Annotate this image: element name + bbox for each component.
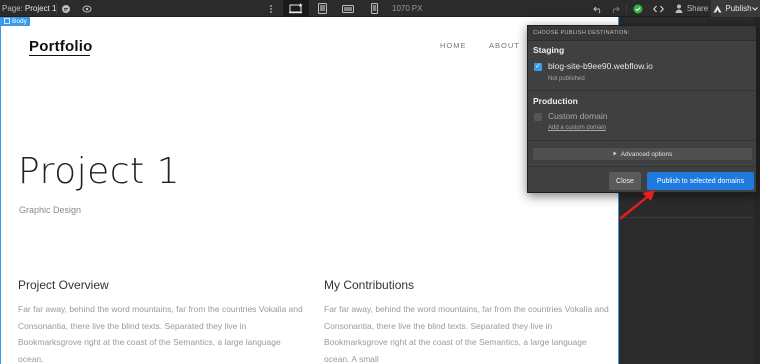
project-subtitle[interactable]: Graphic Design — [19, 205, 81, 215]
undo-icon — [592, 3, 603, 14]
staging-checkbox[interactable]: ✓ — [534, 63, 542, 71]
preview-button[interactable] — [81, 0, 92, 17]
divider — [528, 166, 756, 167]
overview-heading[interactable]: Project Overview — [18, 278, 109, 292]
divider — [56, 3, 57, 14]
top-toolbar: Page: Project 1 1070 PX Share Publish — [0, 0, 760, 17]
staging-title: Staging — [533, 45, 565, 55]
project-title[interactable]: Project 1 — [18, 151, 180, 192]
more-options-button[interactable] — [265, 0, 276, 17]
share-button[interactable]: Share — [672, 0, 710, 17]
chevron-down-icon — [752, 3, 759, 14]
production-checkbox[interactable] — [534, 113, 542, 121]
nav-link-about[interactable]: ABOUT — [489, 41, 520, 50]
publish-button[interactable]: Publish — [711, 0, 760, 17]
advanced-options-label: Advanced options — [620, 150, 673, 158]
site-logo[interactable]: Portfolio — [29, 38, 92, 55]
contributions-text[interactable]: Far far away, behind the word mountains,… — [324, 301, 609, 364]
page-label: Page: — [2, 4, 23, 13]
divider — [626, 3, 627, 14]
advanced-options-toggle[interactable]: Advanced options — [533, 148, 752, 160]
tablet-icon — [317, 3, 327, 14]
width-unit: PX — [411, 4, 423, 13]
viewport-desktop-button[interactable] — [283, 0, 309, 17]
user-icon — [674, 3, 685, 14]
canvas-width-readout: 1070 PX — [392, 0, 422, 17]
width-value: 1070 — [392, 4, 410, 13]
logo-underline — [29, 55, 90, 56]
publish-dropdown-header: CHOOSE PUBLISH DESTINATION: — [528, 26, 756, 41]
body-element-tag[interactable]: Body — [1, 17, 30, 26]
code-export-button[interactable] — [653, 0, 664, 17]
nav-link-home[interactable]: HOME — [440, 41, 467, 50]
publish-selected-button[interactable]: Publish to selected domains — [647, 172, 754, 190]
viewport-portrait-button[interactable] — [361, 0, 387, 17]
webflow-publish-icon — [712, 3, 723, 14]
divider — [528, 140, 756, 141]
annotation-arrow-icon — [619, 190, 655, 220]
viewport-tablet-button[interactable] — [309, 0, 335, 17]
add-custom-domain-link[interactable]: Add a custom domain — [548, 125, 606, 131]
divider — [528, 90, 756, 91]
production-title: Production — [533, 96, 578, 106]
comments-button[interactable] — [60, 0, 71, 17]
body-tag-label: Body — [12, 18, 27, 25]
redo-button[interactable] — [609, 0, 620, 17]
redo-icon — [609, 3, 620, 14]
viewport-landscape-button[interactable] — [335, 0, 361, 17]
eye-icon — [81, 3, 92, 14]
undo-button[interactable] — [592, 0, 603, 17]
box-icon — [4, 17, 10, 26]
site-status-indicator[interactable] — [632, 0, 643, 17]
desktop-star-icon — [289, 3, 303, 14]
share-label: Share — [686, 4, 709, 13]
page-name: Project 1 — [24, 4, 57, 13]
code-icon — [653, 3, 664, 14]
check-circle-icon — [632, 3, 643, 14]
contributions-heading[interactable]: My Contributions — [324, 278, 414, 292]
custom-domain-label: Custom domain — [548, 111, 608, 121]
caret-right-icon — [613, 151, 617, 158]
publish-dropdown: CHOOSE PUBLISH DESTINATION: Staging ✓ bl… — [527, 25, 757, 193]
overview-text[interactable]: Far far away, behind the word mountains,… — [18, 301, 303, 364]
staging-domain-label[interactable]: blog-site-b9ee90.webflow.io — [548, 61, 653, 71]
page-selector[interactable]: Page: Project 1 — [2, 0, 56, 17]
staging-status: Not published — [548, 76, 585, 82]
more-vertical-icon — [265, 3, 276, 14]
mobile-landscape-icon — [342, 4, 354, 13]
publish-label: Publish — [725, 4, 752, 13]
mobile-portrait-icon — [370, 3, 378, 14]
comment-icon — [60, 3, 71, 14]
